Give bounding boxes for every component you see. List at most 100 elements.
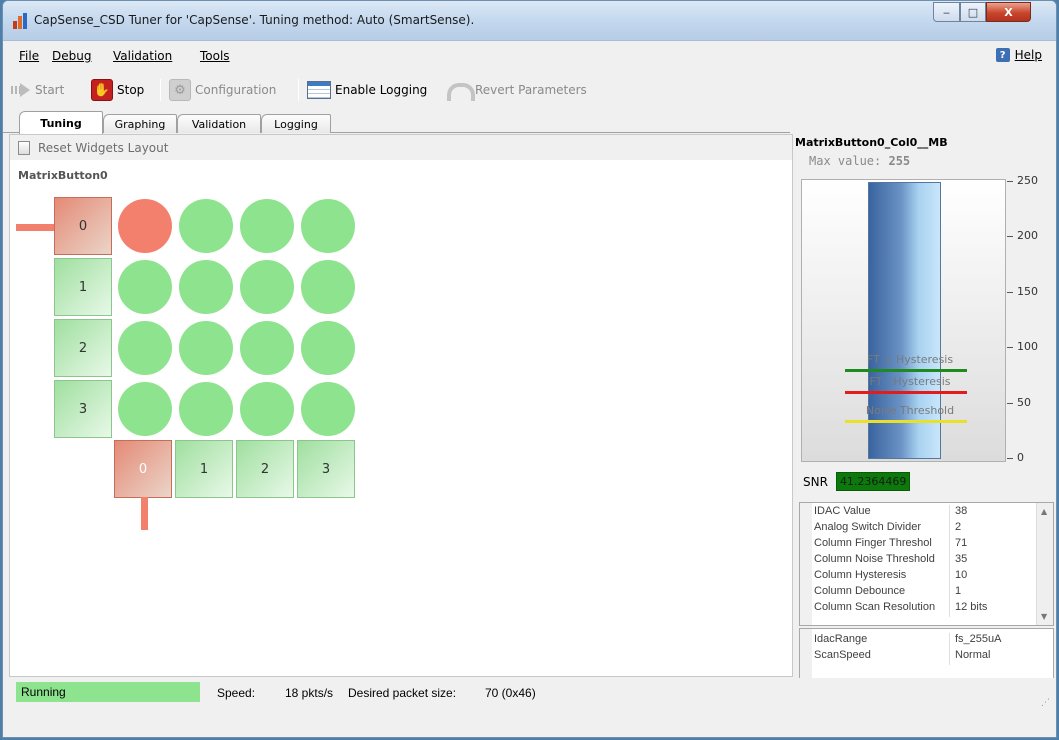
column-button[interactable]: 3 [297,440,355,498]
threshold-line [845,369,967,373]
start-icon [11,83,31,97]
threshold-line [845,420,967,424]
property-row[interactable]: Column Debounce 1 [800,585,1053,601]
revert-label: Revert Parameters [475,83,587,97]
toolbar-separator [160,79,161,101]
stop-button[interactable]: ✋ Stop [91,78,144,102]
threshold-label: Noise Threshold [865,404,955,418]
help-menu[interactable]: ? Help [995,48,1042,62]
matrix-button[interactable] [301,260,355,314]
max-value: Max value: 255 [809,154,910,168]
property-row[interactable]: Column Hysteresis 10 [800,569,1053,585]
property-name: Column Debounce [800,585,950,601]
help-label: Help [1014,48,1042,62]
axis-tick [1007,291,1013,293]
property-value: fs_255uA [955,633,1002,645]
axis-tick-label: 150 [1017,284,1038,298]
tab-logging[interactable]: Logging [261,114,331,133]
property-row[interactable]: IdacRange fs_255uA [800,633,1053,649]
reset-widgets-label: Reset Widgets Layout [38,140,169,155]
max-value-label: Max value: [809,154,882,168]
property-row[interactable]: Column Finger Threshol 71 [800,537,1053,553]
property-row[interactable]: Column Noise Threshold 35 [800,553,1053,569]
matrix-button[interactable] [240,199,294,253]
app-window: CapSense_CSD Tuner for 'CapSense'. Tunin… [2,0,1057,738]
axis-tick [1007,347,1013,349]
property-name: Column Finger Threshol [800,537,950,553]
matrix-button[interactable] [301,321,355,375]
row-button[interactable]: 3 [54,380,112,438]
title-bar[interactable]: CapSense_CSD Tuner for 'CapSense'. Tunin… [3,1,1056,41]
column-button[interactable]: 1 [175,440,233,498]
matrix-button[interactable] [118,199,172,253]
column-button[interactable]: 2 [236,440,294,498]
menu-debug[interactable]: Debug [52,49,91,63]
speed-value: 18 pkts/s [285,686,334,700]
tuning-panel: Reset Widgets Layout MatrixButton0 0 1 2… [9,134,793,677]
matrix-button[interactable] [301,199,355,253]
column-button[interactable]: 0 [114,440,172,498]
property-row[interactable]: Column Scan Resolution 12 bits [800,601,1053,617]
scroll-down-icon[interactable]: ▼ [1041,612,1047,621]
axis-tick [1007,402,1013,404]
row-button[interactable]: 1 [54,258,112,316]
axis-tick-label: 0 [1017,451,1024,464]
reset-widgets-layout-button[interactable]: Reset Widgets Layout [10,135,792,160]
menu-tools[interactable]: Tools [200,49,230,63]
scroll-up-icon[interactable]: ▲ [1041,507,1047,516]
property-name: Analog Switch Divider [800,521,950,537]
row-button[interactable]: 0 [54,197,112,255]
properties-grid[interactable]: IDAC Value 38 Analog Switch Divider 2 Colu… [799,502,1054,626]
matrix-button[interactable] [301,382,355,436]
signal-bar [868,182,941,459]
matrix-button[interactable] [118,382,172,436]
matrix-button[interactable] [179,382,233,436]
maximize-button[interactable]: □ [960,2,986,22]
axis-tick [1007,458,1013,459]
toolbar: Start ✋ Stop ⚙ Configuration Enable Logg… [3,74,1056,106]
start-label: Start [35,83,65,97]
tab-graphing[interactable]: Graphing [103,114,177,133]
matrix-button[interactable] [118,321,172,375]
menu-file[interactable]: File [19,49,39,63]
axis-tick-label: 100 [1017,340,1038,354]
matrix-button[interactable] [240,260,294,314]
resize-grip-icon[interactable]: ⋰ [1041,698,1050,708]
property-name: Column Noise Threshold [800,553,950,569]
tab-tuning[interactable]: Tuning [19,111,103,134]
matrix-button[interactable] [179,260,233,314]
axis-tick-label: 250 [1017,174,1038,187]
tab-validation[interactable]: Validation [177,114,261,133]
matrix-button[interactable] [179,321,233,375]
enable-logging-button[interactable]: Enable Logging [307,78,427,102]
packet-size-label: Desired packet size: [348,686,457,700]
properties-scrollbar[interactable]: ▲ ▼ [1036,503,1053,625]
axis-tick-label: 200 [1017,229,1038,243]
axis-tick-label: 50 [1017,395,1031,409]
property-row[interactable]: Analog Switch Divider 2 [800,521,1053,537]
property-value: Normal [955,649,991,661]
revert-parameters-button[interactable]: Revert Parameters [445,78,587,102]
status-bar: Running Speed: 18 pkts/s Desired packet … [3,678,1056,737]
sensor-bar-graph: FT + Hysteresis FT - Hysteresis Noise Thre… [801,179,1006,462]
property-row[interactable]: IDAC Value 38 [800,505,1053,521]
minimize-button[interactable]: ‒ [933,2,960,22]
matrix-button[interactable] [179,199,233,253]
configuration-label: Configuration [195,83,277,97]
menu-bar: File Debug Validation Tools ? Help [3,42,1056,74]
widget-title: MatrixButton0 [18,169,108,182]
close-button[interactable]: X [986,2,1031,22]
menu-validation[interactable]: Validation [113,49,172,63]
matrix-button[interactable] [118,260,172,314]
window-title: CapSense_CSD Tuner for 'CapSense'. Tunin… [34,13,475,27]
property-row[interactable]: ScanSpeed Normal [800,649,1053,665]
configuration-button[interactable]: ⚙ Configuration [169,78,276,102]
start-button[interactable]: Start [11,78,64,102]
threshold-label: FT - Hysteresis [869,375,951,389]
row-button[interactable]: 2 [54,319,112,377]
stop-hand-icon: ✋ [91,79,113,101]
log-table-icon [307,81,331,99]
max-value-number: 255 [888,154,911,168]
matrix-button[interactable] [240,321,294,375]
matrix-button[interactable] [240,382,294,436]
